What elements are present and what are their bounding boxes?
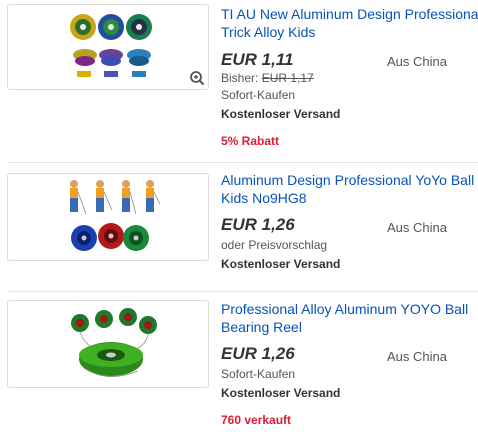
listing-title-1[interactable]: TI AU New Aluminum Design Professional T… xyxy=(221,5,478,41)
yoyo-product-image xyxy=(70,180,161,251)
listing-title-line-2[interactable]: Kids No9HG8 xyxy=(221,189,478,207)
sold-count-badge-3: 760 verkauft xyxy=(221,413,292,427)
buy-format-2: oder Preisvorschlag xyxy=(221,238,328,252)
listing-origin-2: Aus China xyxy=(387,220,447,235)
listing-price-3: EUR 1,26 xyxy=(221,344,295,363)
yoyo-product-image xyxy=(71,308,157,377)
listing-item-3: Professional Alloy Aluminum YOYO Ball Be… xyxy=(0,292,478,439)
listing-item-2: Aluminum Design Professional YoYo Ball K… xyxy=(0,163,478,291)
buy-format-1: Sofort-Kaufen xyxy=(221,88,296,102)
previous-price-value: EUR 1,17 xyxy=(261,71,314,85)
zoom-in-icon[interactable] xyxy=(188,69,206,87)
listing-origin-3: Aus China xyxy=(387,349,447,364)
listing-title-line-2[interactable]: Trick Alloy Kids xyxy=(221,23,478,41)
listing-item-1: TI AU New Aluminum Design Professional T… xyxy=(0,0,478,160)
listing-thumbnail-3[interactable] xyxy=(7,300,209,388)
listing-price-2: EUR 1,26 xyxy=(221,215,295,234)
listing-price-1: EUR 1,11 xyxy=(221,50,294,69)
listing-title-3[interactable]: Professional Alloy Aluminum YOYO Ball Be… xyxy=(221,300,478,336)
shipping-info-2: Kostenloser Versand xyxy=(221,257,341,271)
shipping-info-3: Kostenloser Versand xyxy=(221,386,341,400)
listing-origin-1: Aus China xyxy=(387,54,447,69)
discount-badge-1: 5% Rabatt xyxy=(221,134,280,148)
previous-price-label: Bisher: xyxy=(221,71,262,85)
buy-format-3: Sofort-Kaufen xyxy=(221,367,296,381)
listing-thumbnail-1[interactable] xyxy=(7,4,209,90)
listing-title-line-2[interactable]: Bearing Reel xyxy=(221,318,478,336)
shipping-info-1: Kostenloser Versand xyxy=(221,107,341,121)
yoyo-product-image xyxy=(70,14,152,77)
listing-title-line-1[interactable]: Aluminum Design Professional YoYo Ball xyxy=(221,171,478,189)
listing-title-2[interactable]: Aluminum Design Professional YoYo Ball K… xyxy=(221,171,478,207)
previous-price-1: Bisher: EUR 1,17 xyxy=(221,71,314,85)
listing-title-line-1[interactable]: TI AU New Aluminum Design Professional xyxy=(221,5,478,23)
listing-title-line-1[interactable]: Professional Alloy Aluminum YOYO Ball xyxy=(221,300,478,318)
listing-thumbnail-2[interactable] xyxy=(7,173,209,261)
